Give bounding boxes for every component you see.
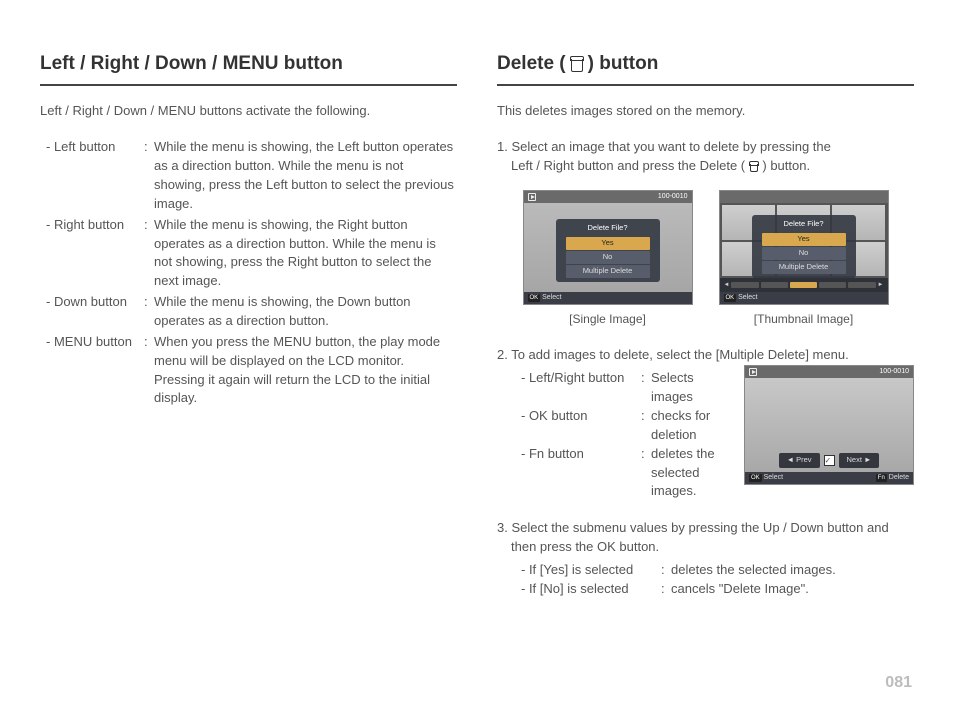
step-2: 2. To add images to delete, select the [… (497, 346, 914, 501)
play-icon (528, 193, 536, 201)
check-icon: ✓ (824, 455, 835, 466)
step-3: 3. Select the submenu values by pressing… (497, 519, 914, 598)
caption-thumbnail: [Thumbnail Image] (719, 311, 889, 328)
def-right-button: - Right button : While the menu is showi… (40, 216, 457, 291)
trash-icon (570, 56, 584, 72)
def-down-button: - Down button : While the menu is showin… (40, 293, 457, 331)
right-intro: This deletes images stored on the memory… (497, 102, 914, 121)
sub-leftright: - Left/Right button : Selects images (521, 369, 732, 407)
thumbnail-image-screenshot: Delete File? Yes No Multiple Delete ◄ ► … (719, 190, 889, 328)
page-number: 081 (885, 671, 912, 694)
left-intro: Left / Right / Down / MENU buttons activ… (40, 102, 457, 121)
prev-next-bar: ◄ Prev ✓ Next ► (745, 453, 913, 468)
thumbnail-scrollbar: ◄ ► (720, 278, 888, 292)
heading-right: Delete ( ) button (497, 50, 914, 86)
def-menu-button: - MENU button : When you press the MENU … (40, 333, 457, 408)
delete-dialog: Delete File? Yes No Multiple Delete (556, 219, 660, 282)
screenshot-row: 100-0010 Delete File? Yes No Multiple De… (497, 190, 914, 328)
heading-left: Left / Right / Down / MENU button (40, 50, 457, 86)
delete-dialog: Delete File? Yes No Multiple Delete (752, 215, 856, 278)
multiple-delete-screenshot: 100-0010 ◄ Prev ✓ Next ► OK Select Fn De… (744, 365, 914, 485)
play-icon (749, 368, 757, 376)
trash-icon (749, 161, 759, 172)
single-image-screenshot: 100-0010 Delete File? Yes No Multiple De… (523, 190, 693, 328)
sub-no: - If [No] is selected : cancels "Delete … (521, 580, 914, 599)
right-column: Delete ( ) button This deletes images st… (497, 50, 914, 609)
def-left-button: - Left button : While the menu is showin… (40, 138, 457, 213)
sub-yes: - If [Yes] is selected : deletes the sel… (521, 561, 914, 580)
sub-fn: - Fn button : deletes the selected image… (521, 445, 732, 502)
sub-ok: - OK button : checks for deletion (521, 407, 732, 445)
caption-single: [Single Image] (523, 311, 693, 328)
left-column: Left / Right / Down / MENU button Left /… (40, 50, 457, 609)
step-1: 1. Select an image that you want to dele… (497, 138, 914, 328)
